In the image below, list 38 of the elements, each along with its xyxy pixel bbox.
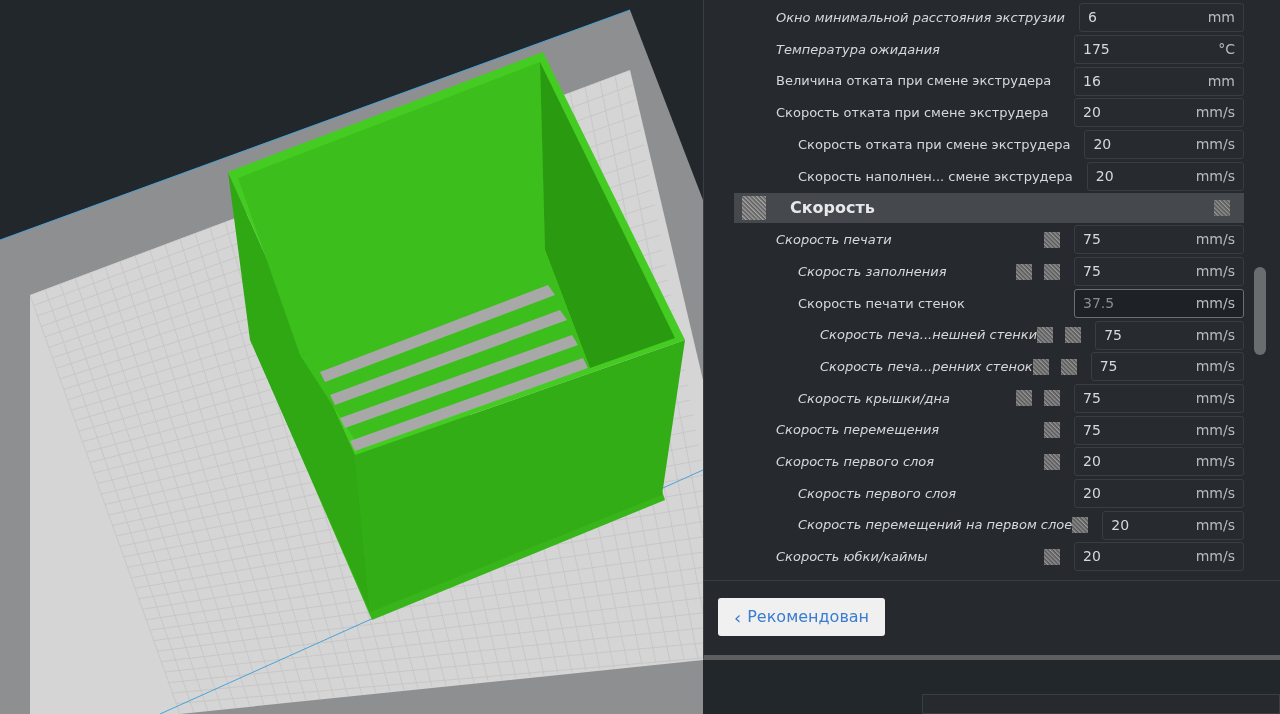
value-field[interactable]: 75 mm/s <box>1074 415 1244 445</box>
scrollbar-thumb[interactable] <box>1254 267 1266 355</box>
value-field[interactable]: 75 mm/s <box>1074 257 1244 287</box>
setting-label: Скорость отката при смене экструдера <box>797 135 1071 154</box>
recommended-button[interactable]: ‹ Рекомендован <box>718 598 886 636</box>
value-field[interactable]: 20 mm/s <box>1074 542 1244 572</box>
value-field[interactable]: 6 mm <box>1078 3 1244 33</box>
value-field[interactable]: 20 mm/s <box>1074 478 1244 508</box>
setting-label: Скорость крышки/дна <box>797 389 950 408</box>
setting-label: Скорость заполнения <box>797 262 947 281</box>
value-field[interactable]: 20 mm/s <box>1084 130 1244 160</box>
value-field[interactable]: 20 mm/s <box>1102 510 1244 540</box>
setting-label: Скорость наполнен... смене экструдера <box>797 167 1073 186</box>
setting-label: Скорость юбки/каймы <box>775 548 928 567</box>
setting-label: Скорость первого слоя <box>775 453 935 472</box>
setting-label: Скорость отката при смене экструдера <box>775 104 1049 123</box>
value-field[interactable]: 75 mm/s <box>1074 225 1244 255</box>
value-field[interactable]: 16 mm <box>1074 66 1244 96</box>
value-field[interactable]: 20 mm/s <box>1074 447 1244 477</box>
value-field[interactable]: 175 °C <box>1074 35 1244 65</box>
value-field[interactable]: 20 mm/s <box>1074 98 1244 128</box>
setting-label: Скорость печа...нешней стенки <box>819 326 1038 345</box>
setting-label: Температура ожидания <box>775 40 940 59</box>
value-field[interactable]: 75 mm/s <box>1074 383 1244 413</box>
setting-label: Скорость перемещения <box>775 421 940 440</box>
setting-label: Окно минимальной расстояния экструзии <box>775 9 1065 28</box>
section-header[interactable]: Скорость <box>734 193 1244 224</box>
setting-label: Скорость перемещений на первом слое <box>797 516 1073 535</box>
setting-label: Скорость печа...ренних стенок <box>819 357 1033 376</box>
setting-label: Скорость печати <box>775 231 892 250</box>
value-field[interactable]: 37.5 mm/s <box>1074 288 1244 318</box>
setting-label: Величина отката при смене экструдера <box>775 72 1052 91</box>
value-field[interactable]: 20 mm/s <box>1086 161 1244 191</box>
setting-label: Скорость первого слоя <box>797 484 957 503</box>
setting-label: Скорость печати стенок <box>797 294 965 313</box>
chevron-left-icon: ‹ <box>734 603 742 631</box>
value-field[interactable]: 75 mm/s <box>1095 320 1244 350</box>
value-field[interactable]: 75 mm/s <box>1090 352 1244 382</box>
